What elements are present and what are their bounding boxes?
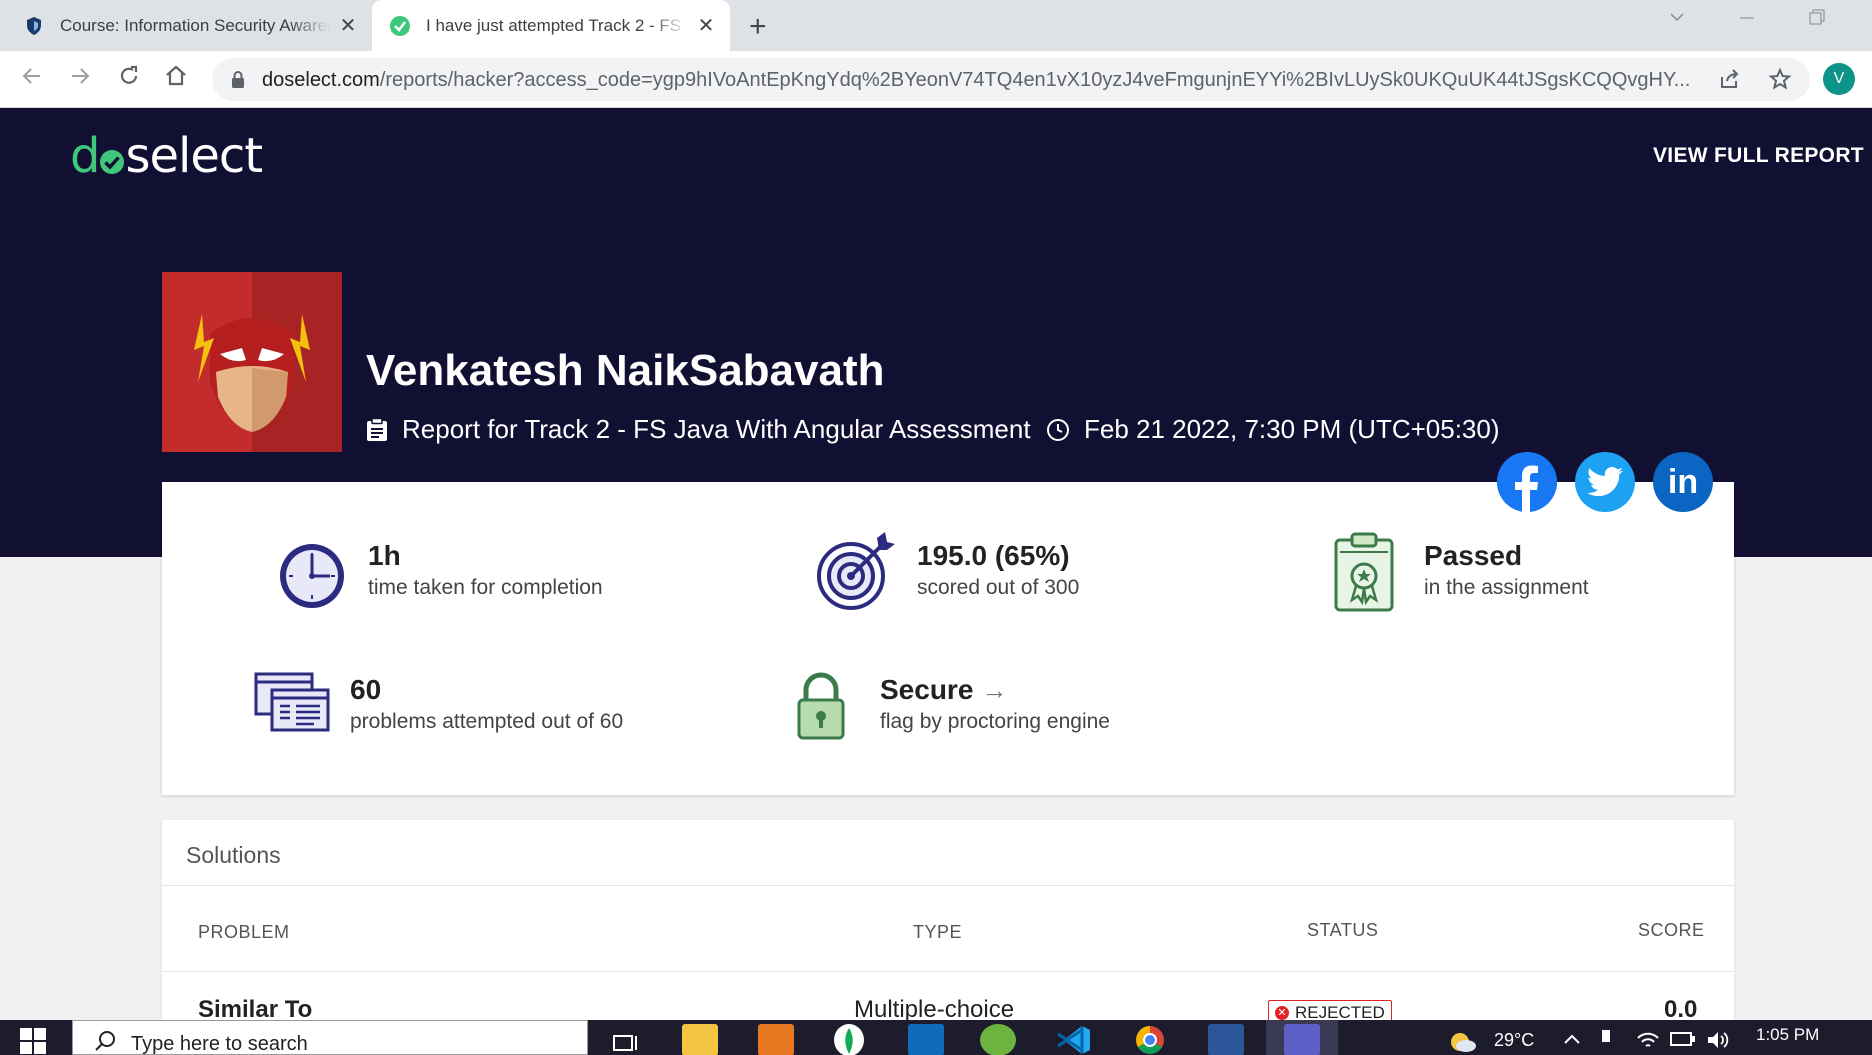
close-tab-icon[interactable]: ✕ — [338, 13, 358, 38]
search-placeholder: Type here to search — [131, 1033, 308, 1055]
profile-avatar[interactable]: V — [1823, 63, 1855, 95]
tab-title: I have just attempted Track 2 - FS Java … — [426, 15, 688, 35]
url-text[interactable]: doselect.com/reports/hacker?access_code=… — [262, 69, 1692, 92]
stat-problems: 60 problems attempted out of 60 — [254, 672, 623, 739]
stat-result: Passed in the assignment — [1334, 532, 1589, 617]
avatar — [162, 272, 342, 452]
arrow-right-icon[interactable]: → — [981, 675, 1007, 705]
view-full-report-link[interactable]: VIEW FULL REPORT — [1653, 144, 1864, 168]
solutions-title: Solutions — [162, 820, 1734, 886]
word-icon[interactable] — [1208, 1024, 1244, 1055]
restore-icon[interactable] — [1808, 8, 1826, 31]
check-favicon-icon — [390, 15, 410, 36]
problems-desc: problems attempted out of 60 — [350, 710, 624, 733]
search-icon — [95, 1030, 117, 1055]
file-explorer-icon[interactable] — [682, 1024, 718, 1055]
browser-tab-bar: Course: Information Security Awareness ✕… — [0, 0, 1872, 51]
score-value: 195.0 (65%) — [917, 540, 1070, 571]
outlook-icon[interactable] — [908, 1024, 944, 1055]
problems-windows-icon — [254, 672, 330, 739]
mongodb-icon[interactable] — [834, 1024, 864, 1055]
share-icon[interactable] — [1718, 67, 1742, 97]
column-status: STATUS — [1307, 920, 1379, 940]
url-host: doselect.com — [262, 69, 380, 91]
stat-secure: Secure → flag by proctoring engine — [796, 672, 1110, 747]
close-tab-icon[interactable]: ✕ — [696, 13, 716, 38]
temperature-text: 29°C — [1494, 1030, 1535, 1050]
secure-value[interactable]: Secure → — [880, 672, 1110, 708]
minimize-icon[interactable] — [1738, 8, 1756, 31]
candidate-name: Venkatesh NaikSabavath — [366, 346, 885, 395]
time-desc: time taken for completion — [368, 576, 603, 599]
padlock-icon — [796, 672, 846, 747]
volume-icon[interactable] — [1706, 1030, 1730, 1055]
result-value: Passed — [1424, 540, 1523, 571]
tab-title: Course: Information Security Awareness — [60, 15, 330, 35]
browser-tab-report[interactable]: I have just attempted Track 2 - FS Java … — [372, 0, 730, 51]
facebook-share-button[interactable] — [1497, 452, 1557, 512]
browser-address-bar: doselect.com/reports/hacker?access_code=… — [0, 51, 1872, 108]
chevron-up-icon[interactable] — [1562, 1030, 1582, 1051]
report-title: Report for Track 2 - FS Java With Angula… — [366, 414, 1031, 445]
windows-start-icon[interactable] — [20, 1028, 46, 1054]
clock-icon — [1046, 418, 1070, 442]
battery-icon[interactable] — [1670, 1030, 1696, 1053]
twitter-share-button[interactable] — [1575, 452, 1635, 512]
stats-card: 1h time taken for completion 195.0 (65%)… — [162, 482, 1734, 795]
url-bar[interactable]: doselect.com/reports/hacker?access_code=… — [212, 58, 1810, 101]
vscode-icon[interactable] — [1056, 1024, 1092, 1055]
new-tab-button[interactable]: + — [749, 10, 767, 44]
certificate-clipboard-icon — [1334, 532, 1394, 617]
column-type: TYPE — [913, 922, 963, 942]
task-view-icon[interactable] — [608, 1024, 644, 1055]
teams-icon[interactable] — [1284, 1024, 1320, 1055]
report-date: Feb 21 2022, 7:30 PM (UTC+05:30) — [1046, 414, 1500, 445]
twitter-icon — [1587, 467, 1623, 497]
app-orange-icon[interactable] — [758, 1024, 794, 1055]
wifi-icon[interactable] — [1636, 1030, 1660, 1055]
clock-stat-icon — [276, 538, 348, 615]
secure-desc: flag by proctoring engine — [880, 710, 1110, 733]
back-icon[interactable] — [20, 64, 44, 95]
lock-icon[interactable] — [230, 70, 246, 95]
url-path: /reports/hacker?access_code=ygp9hIVoAntE… — [379, 69, 1691, 91]
windows-taskbar: Type here to search 29°C 1:05 PM — [0, 1020, 1872, 1055]
score-desc: scored out of 300 — [917, 576, 1080, 599]
column-problem: PROBLEM — [198, 922, 290, 942]
reload-icon[interactable] — [117, 64, 141, 95]
solutions-table-header: PROBLEM TYPE STATUS SCORE — [162, 886, 1734, 972]
home-icon[interactable] — [164, 64, 188, 95]
spring-tool-icon[interactable] — [980, 1024, 1016, 1055]
logo-d: d — [70, 128, 100, 184]
column-score: SCORE — [1638, 920, 1705, 940]
linkedin-icon: in — [1667, 462, 1699, 501]
logo-check-icon — [99, 131, 125, 187]
x-circle-icon: ✕ — [1275, 1006, 1289, 1020]
time-value: 1h — [368, 540, 401, 571]
tab-search-icon[interactable] — [1668, 8, 1686, 31]
stat-time: 1h time taken for completion — [276, 538, 603, 615]
date-text: Feb 21 2022, 7:30 PM (UTC+05:30) — [1084, 414, 1500, 444]
target-icon — [817, 530, 897, 615]
facebook-icon — [1497, 452, 1557, 512]
chrome-icon[interactable] — [1132, 1024, 1168, 1055]
usb-icon[interactable] — [1600, 1030, 1612, 1055]
stat-score: 195.0 (65%) scored out of 300 — [817, 530, 1079, 615]
forward-icon[interactable] — [68, 64, 92, 95]
weather-icon[interactable] — [1448, 1030, 1478, 1055]
report-for-text: Report for Track 2 - FS Java With Angula… — [402, 414, 1031, 444]
result-desc: in the assignment — [1424, 576, 1589, 599]
taskbar-clock[interactable]: 1:05 PM — [1756, 1025, 1819, 1045]
browser-tab-course[interactable]: Course: Information Security Awareness ✕ — [24, 0, 364, 51]
shield-favicon-icon — [24, 16, 44, 36]
logo-text: select — [125, 128, 263, 184]
bookmark-star-icon[interactable] — [1768, 67, 1792, 97]
taskbar-search-input[interactable]: Type here to search — [72, 1020, 588, 1055]
clipboard-icon — [366, 417, 388, 442]
linkedin-share-button[interactable]: in — [1653, 452, 1713, 512]
problems-value: 60 — [350, 674, 382, 705]
doselect-logo[interactable]: d select — [70, 128, 263, 187]
secure-label: Secure — [880, 674, 974, 705]
